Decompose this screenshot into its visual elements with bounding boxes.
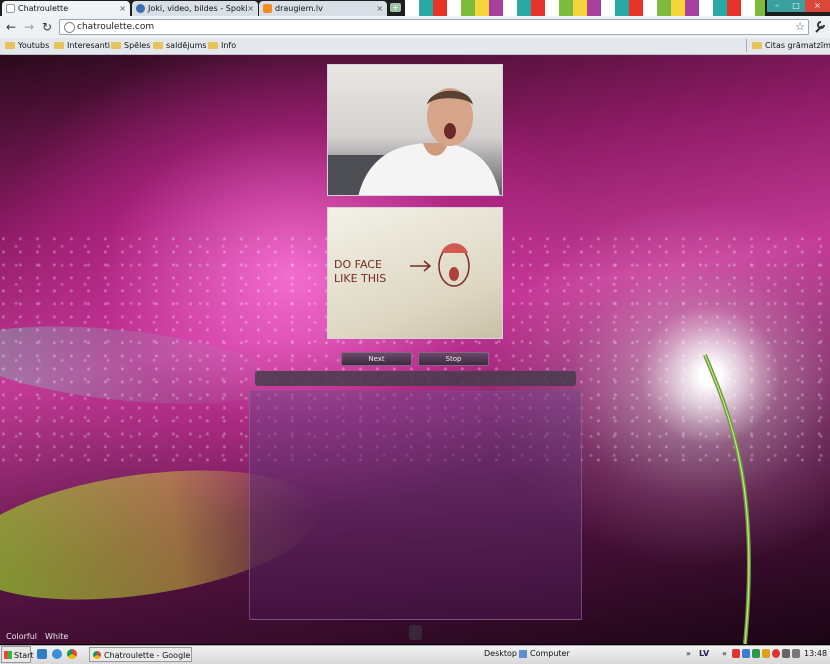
clock[interactable]: 13:48 xyxy=(804,648,827,660)
theme-link-colorful[interactable]: Colorful xyxy=(6,632,37,642)
chat-log[interactable] xyxy=(249,391,582,620)
bookmark-saldejums[interactable]: saldējums xyxy=(153,39,207,52)
close-icon[interactable]: × xyxy=(247,1,254,16)
page-icon xyxy=(6,4,15,13)
start-button[interactable]: Start xyxy=(1,646,34,663)
bookmarks-divider xyxy=(746,39,747,52)
bookmark-info[interactable]: Info xyxy=(208,39,236,52)
tray-icon[interactable] xyxy=(762,649,770,658)
wrench-icon[interactable] xyxy=(813,19,827,35)
computer-icon xyxy=(519,650,527,658)
start-label: Start xyxy=(14,651,34,660)
person-webcam-image xyxy=(328,88,500,195)
bookmark-label: Info xyxy=(221,41,237,50)
folder-icon xyxy=(111,42,121,49)
status-bar xyxy=(255,371,576,386)
windows-logo-icon xyxy=(4,651,12,659)
self-video: DO FACE LIKE THIS xyxy=(327,207,503,339)
tray-icon[interactable] xyxy=(752,649,760,658)
tray-expand-arrow[interactable]: « xyxy=(722,648,727,660)
chat-input[interactable] xyxy=(409,625,422,640)
folder-icon xyxy=(54,42,64,49)
new-tab-button[interactable]: + xyxy=(390,3,401,12)
draugiem-icon xyxy=(263,4,272,13)
chrome-icon[interactable] xyxy=(67,649,77,659)
minimize-button[interactable]: – xyxy=(767,0,787,12)
decorative-stripes xyxy=(405,0,765,16)
other-bookmarks[interactable]: Citas grāmatzīmes xyxy=(752,39,830,52)
taskbar-item-chrome[interactable]: Chatroulette - Google C... xyxy=(89,647,192,662)
spoki-icon xyxy=(136,4,145,13)
bookmark-label: Citas grāmatzīmes xyxy=(765,41,830,50)
taskbar-item-label: Chatroulette - Google C... xyxy=(104,651,191,660)
folder-icon xyxy=(5,42,15,49)
tray-icon[interactable] xyxy=(742,649,750,658)
bookmark-label: Spēles xyxy=(124,41,151,50)
face-sign-image: DO FACE LIKE THIS xyxy=(334,243,470,287)
close-icon[interactable]: × xyxy=(119,1,126,16)
sign-line-2: LIKE THIS xyxy=(334,272,386,285)
bookmark-youtubs[interactable]: Youtubs xyxy=(5,39,49,52)
back-button[interactable]: ← xyxy=(3,19,19,35)
address-text: chatroulette.com xyxy=(77,22,155,32)
globe-icon xyxy=(64,22,75,33)
chrome-icon xyxy=(93,651,101,659)
sign-line-1: DO FACE xyxy=(334,258,382,271)
reload-button[interactable]: ↻ xyxy=(39,19,55,35)
tab-label: Chatroulette xyxy=(18,4,69,13)
address-bar[interactable]: chatroulette.com ☆ xyxy=(59,19,809,35)
forward-button[interactable]: → xyxy=(21,19,37,35)
maximize-button[interactable]: □ xyxy=(787,0,805,12)
tab-draugiem[interactable]: draugiem.lv × xyxy=(259,1,387,16)
bookmark-star-icon[interactable]: ☆ xyxy=(795,20,805,34)
network-icon[interactable] xyxy=(782,649,790,658)
desktop-toolbar[interactable]: Desktop xyxy=(484,648,517,660)
folder-icon xyxy=(208,42,218,49)
close-window-button[interactable]: × xyxy=(805,0,830,12)
stop-button[interactable]: Stop xyxy=(418,352,489,366)
partner-video xyxy=(327,64,503,196)
folder-icon xyxy=(752,42,762,49)
internet-explorer-icon[interactable] xyxy=(52,649,62,659)
tab-label: draugiem.lv xyxy=(275,4,323,13)
bookmark-label: Interesanti xyxy=(67,41,111,50)
tray-icon[interactable] xyxy=(732,649,740,658)
volume-icon[interactable] xyxy=(792,649,800,658)
bookmark-speles[interactable]: Spēles xyxy=(111,39,150,52)
bookmark-label: saldējums xyxy=(166,41,207,50)
bookmark-label: Youtubs xyxy=(18,41,50,50)
next-button[interactable]: Next xyxy=(341,352,412,366)
tray-icon[interactable] xyxy=(772,649,780,658)
theme-link-white[interactable]: White xyxy=(45,632,68,642)
folder-icon xyxy=(153,42,163,49)
tab-label: Joki, video, bildes - Spoki xyxy=(148,4,248,13)
explorer-icon[interactable] xyxy=(37,649,47,659)
close-icon[interactable]: × xyxy=(376,1,383,16)
tab-spoki[interactable]: Joki, video, bildes - Spoki × xyxy=(132,1,258,16)
toolbar-chevron[interactable]: » xyxy=(686,648,691,660)
computer-toolbar[interactable]: Computer xyxy=(530,648,570,660)
bookmark-interesanti[interactable]: Interesanti xyxy=(54,39,110,52)
language-indicator[interactable]: LV xyxy=(699,648,709,660)
tab-chatroulette[interactable]: Chatroulette × xyxy=(2,1,130,16)
